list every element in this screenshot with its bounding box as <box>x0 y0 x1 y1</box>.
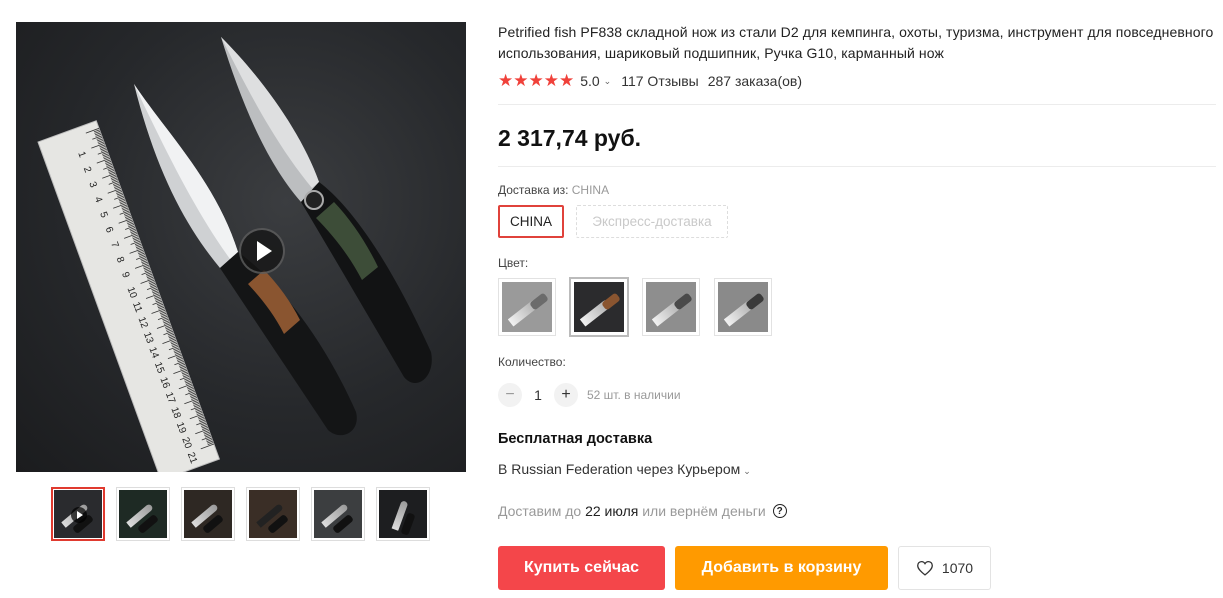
chevron-down-icon: ⌄ <box>743 466 751 476</box>
delivery-text-after: или вернём деньги <box>642 503 766 519</box>
shipping-from-label: Доставка из: CHINA <box>498 183 609 197</box>
thumbnail-4[interactable] <box>246 487 300 541</box>
quantity-minus-button[interactable]: − <box>498 383 522 407</box>
quantity-plus-button[interactable]: + <box>554 383 578 407</box>
thumbnail-6[interactable] <box>376 487 430 541</box>
stock-info: 52 шт. в наличии <box>587 388 681 402</box>
thumbnail-5[interactable] <box>311 487 365 541</box>
rating-stars: ★★★★★ <box>498 71 575 90</box>
delivery-text-before: Доставим до <box>498 503 582 519</box>
quantity-stepper: − 1 + 52 шт. в наличии <box>498 383 681 407</box>
delivery-date: 22 июля <box>585 503 639 519</box>
thumbnail-3[interactable] <box>181 487 235 541</box>
delivery-guarantee: Доставим до 22 июля или вернём деньги ? <box>498 503 787 519</box>
color-swatch-2[interactable] <box>570 278 628 336</box>
rating-row: ★★★★★ 5.0 ⌄ 117 Отзывы 287 заказа(ов) <box>498 71 802 91</box>
thumbnail-2[interactable] <box>116 487 170 541</box>
heart-icon <box>916 560 933 576</box>
chevron-down-icon[interactable]: ⌄ <box>604 76 612 87</box>
quantity-label: Количество: <box>498 355 566 369</box>
main-product-image[interactable]: 1 2 3 4 5 6 7 8 9 10 11 12 13 14 15 16 17 18 19 20 21 <box>16 22 466 472</box>
play-icon <box>256 241 272 261</box>
quantity-value[interactable]: 1 <box>522 387 554 403</box>
knife-right <box>221 37 432 383</box>
thumbnail-strip <box>51 487 430 541</box>
color-swatch-1[interactable] <box>498 278 556 336</box>
divider <box>498 104 1216 105</box>
play-icon <box>71 507 87 523</box>
buy-now-button[interactable]: Купить сейчас <box>498 546 665 590</box>
shipping-from-label-text: Доставка из: <box>498 183 569 197</box>
free-shipping-heading: Бесплатная доставка <box>498 431 653 447</box>
ship-option-china[interactable]: CHINA <box>498 205 564 238</box>
divider <box>498 166 1216 167</box>
wishlist-count: 1070 <box>941 560 974 576</box>
add-to-cart-button[interactable]: Добавить в корзину <box>675 546 888 590</box>
product-title: Petrified fish PF838 складной нож из ста… <box>498 24 1214 61</box>
orders-count: 287 заказа(ов) <box>707 73 802 89</box>
rating-value[interactable]: 5.0 <box>580 73 599 89</box>
video-play-button[interactable] <box>239 228 285 274</box>
color-label: Цвет: <box>498 256 529 270</box>
wishlist-button[interactable]: 1070 <box>898 546 991 590</box>
shipping-destination-text: В Russian Federation через Курьером <box>498 461 741 477</box>
ship-option-express[interactable]: Экспресс-доставка <box>576 205 728 238</box>
color-options <box>498 278 772 336</box>
thumbnail-1[interactable] <box>51 487 105 541</box>
shipping-from-value: CHINA <box>571 183 610 197</box>
shipping-destination[interactable]: В Russian Federation через Курьером ⌄ <box>498 461 761 477</box>
help-icon[interactable]: ? <box>772 504 787 518</box>
product-price: 2 317,74 руб. <box>498 125 642 151</box>
color-swatch-4[interactable] <box>714 278 772 336</box>
reviews-link[interactable]: 117 Отзывы <box>621 73 699 89</box>
color-swatch-3[interactable] <box>642 278 700 336</box>
